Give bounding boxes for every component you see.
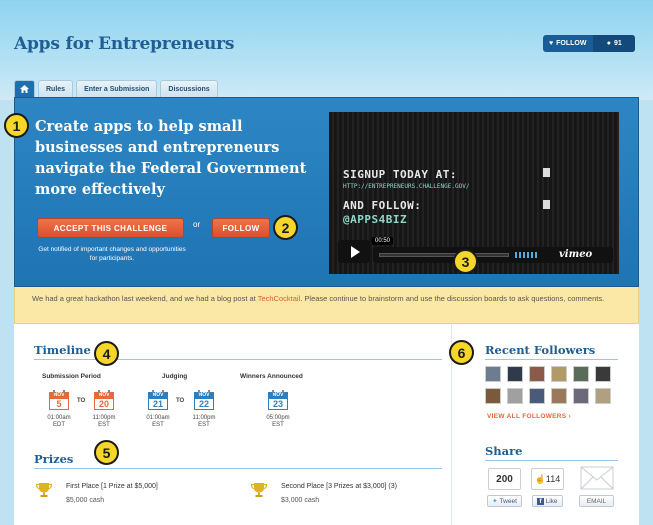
prize-title: Second Place [3 Prizes at $3,000] (3) bbox=[281, 483, 397, 490]
prizes-rule bbox=[34, 468, 442, 469]
followers-rule bbox=[485, 359, 618, 360]
notice-banner: We had a great hackathon last weekend, a… bbox=[14, 287, 639, 324]
or-label: or bbox=[193, 220, 201, 229]
tab-discussions[interactable]: Discussions bbox=[160, 80, 218, 97]
avatar[interactable] bbox=[551, 388, 567, 404]
header-follow-button[interactable]: ♥ FOLLOW ● 91 bbox=[543, 35, 635, 52]
play-button[interactable] bbox=[338, 240, 370, 263]
callout-badge: 2 bbox=[273, 215, 298, 240]
tab-rules[interactable]: Rules bbox=[38, 80, 74, 97]
video-text-url: HTTP://ENTREPRENEURS.CHALLENGE.GOV/ bbox=[343, 183, 470, 190]
avatar[interactable] bbox=[595, 366, 611, 382]
timeline-phase-judging: Judging bbox=[162, 373, 188, 380]
callout-badge: 1 bbox=[4, 113, 29, 138]
notify-text: Get notified of important changes and op… bbox=[38, 246, 186, 262]
page-title: Apps for Entrepreneurs bbox=[14, 34, 235, 54]
timeline-time: 05:00pm EST bbox=[266, 415, 290, 428]
avatar[interactable] bbox=[485, 366, 501, 382]
like-count: ☝ 114 bbox=[531, 468, 564, 490]
tweet-count: 200 bbox=[488, 468, 521, 490]
video-control-bar: vimeo bbox=[373, 247, 613, 263]
thumbs-up-icon: ☝ bbox=[534, 473, 546, 484]
share-heading: Share bbox=[485, 444, 523, 458]
volume-icon[interactable] bbox=[515, 252, 537, 258]
follow-button[interactable]: FOLLOW bbox=[212, 218, 270, 238]
view-all-followers-link[interactable]: VIEW ALL FOLLOWERS › bbox=[487, 413, 571, 420]
facebook-icon: f bbox=[537, 497, 544, 505]
trophy-icon bbox=[250, 483, 268, 497]
accept-challenge-button[interactable]: ACCEPT THIS CHALLENGE bbox=[37, 218, 184, 238]
tweet-button[interactable]: ✦ Tweet bbox=[487, 495, 522, 507]
envelope-icon[interactable] bbox=[580, 466, 614, 490]
follow-label: ♥ FOLLOW bbox=[549, 40, 587, 47]
home-icon bbox=[20, 85, 29, 93]
timeline-time: 01:00am EDT bbox=[47, 415, 71, 428]
video-progress-track[interactable] bbox=[379, 253, 509, 257]
calendar-icon: NOV 21 bbox=[148, 390, 168, 410]
video-text-signup: SIGNUP TODAY AT: bbox=[343, 168, 457, 181]
follower-count: ● 91 bbox=[593, 35, 635, 52]
video-timestamp: 00:50 bbox=[372, 237, 394, 245]
avatar[interactable] bbox=[529, 388, 545, 404]
email-button[interactable]: EMAIL bbox=[579, 495, 614, 507]
callout-badge: 4 bbox=[94, 341, 119, 366]
timeline-time: 01:00am EST bbox=[146, 415, 170, 428]
calendar-icon: NOV 22 bbox=[194, 390, 214, 410]
avatar[interactable] bbox=[529, 366, 545, 382]
avatar[interactable] bbox=[551, 366, 567, 382]
timeline-time: 11:00pm EST bbox=[92, 415, 116, 428]
tab-enter-submission[interactable]: Enter a Submission bbox=[76, 80, 158, 97]
avatar[interactable] bbox=[507, 388, 523, 404]
avatar[interactable] bbox=[485, 388, 501, 404]
share-rule bbox=[485, 460, 618, 461]
timeline-phase-winners: Winners Announced bbox=[240, 373, 303, 380]
callout-badge: 6 bbox=[449, 340, 474, 365]
avatar[interactable] bbox=[595, 388, 611, 404]
video-text-handle: @APPS4BIZ bbox=[343, 213, 408, 226]
trophy-icon bbox=[35, 483, 53, 497]
prize-title: First Place [1 Prize at $5,000] bbox=[66, 483, 158, 490]
tab-bar: Rules Enter a Submission Discussions bbox=[14, 80, 218, 97]
to-label: TO bbox=[176, 398, 185, 404]
avatar[interactable] bbox=[573, 388, 589, 404]
callout-badge: 3 bbox=[453, 249, 478, 274]
tab-home[interactable] bbox=[14, 80, 35, 97]
timeline-phase-submission: Submission Period bbox=[42, 373, 101, 380]
heart-icon: ♥ bbox=[549, 40, 554, 47]
timeline-heading: Timeline bbox=[34, 343, 91, 357]
to-label: TO bbox=[77, 398, 86, 404]
prize-cash: $5,000 cash bbox=[66, 497, 105, 504]
avatar[interactable] bbox=[573, 366, 589, 382]
timeline-time: 11:00pm EST bbox=[192, 415, 216, 428]
follower-avatars bbox=[485, 366, 611, 404]
hero-panel: Create apps to help small businesses and… bbox=[14, 97, 639, 287]
vimeo-logo[interactable]: vimeo bbox=[559, 249, 592, 260]
calendar-icon: NOV 23 bbox=[268, 390, 288, 410]
callout-badge: 5 bbox=[94, 440, 119, 465]
video-cursor-block bbox=[543, 200, 550, 209]
user-icon: ● bbox=[606, 40, 611, 47]
avatar[interactable] bbox=[507, 366, 523, 382]
video-cursor-block bbox=[543, 168, 550, 177]
recent-followers-heading: Recent Followers bbox=[485, 343, 596, 357]
calendar-icon: NOV 20 bbox=[94, 390, 114, 410]
techcocktail-link[interactable]: TechCocktail bbox=[258, 294, 301, 303]
video-player[interactable]: SIGNUP TODAY AT: HTTP://ENTREPRENEURS.CH… bbox=[329, 112, 619, 274]
calendar-icon: NOV 5 bbox=[49, 390, 69, 410]
hero-headline: Create apps to help small businesses and… bbox=[35, 118, 307, 198]
video-text-follow: AND FOLLOW: bbox=[343, 199, 422, 212]
prize-cash: $3,000 cash bbox=[281, 497, 320, 504]
twitter-bird-icon: ✦ bbox=[492, 498, 498, 505]
prizes-heading: Prizes bbox=[34, 452, 74, 466]
like-button[interactable]: f Like bbox=[532, 495, 563, 507]
